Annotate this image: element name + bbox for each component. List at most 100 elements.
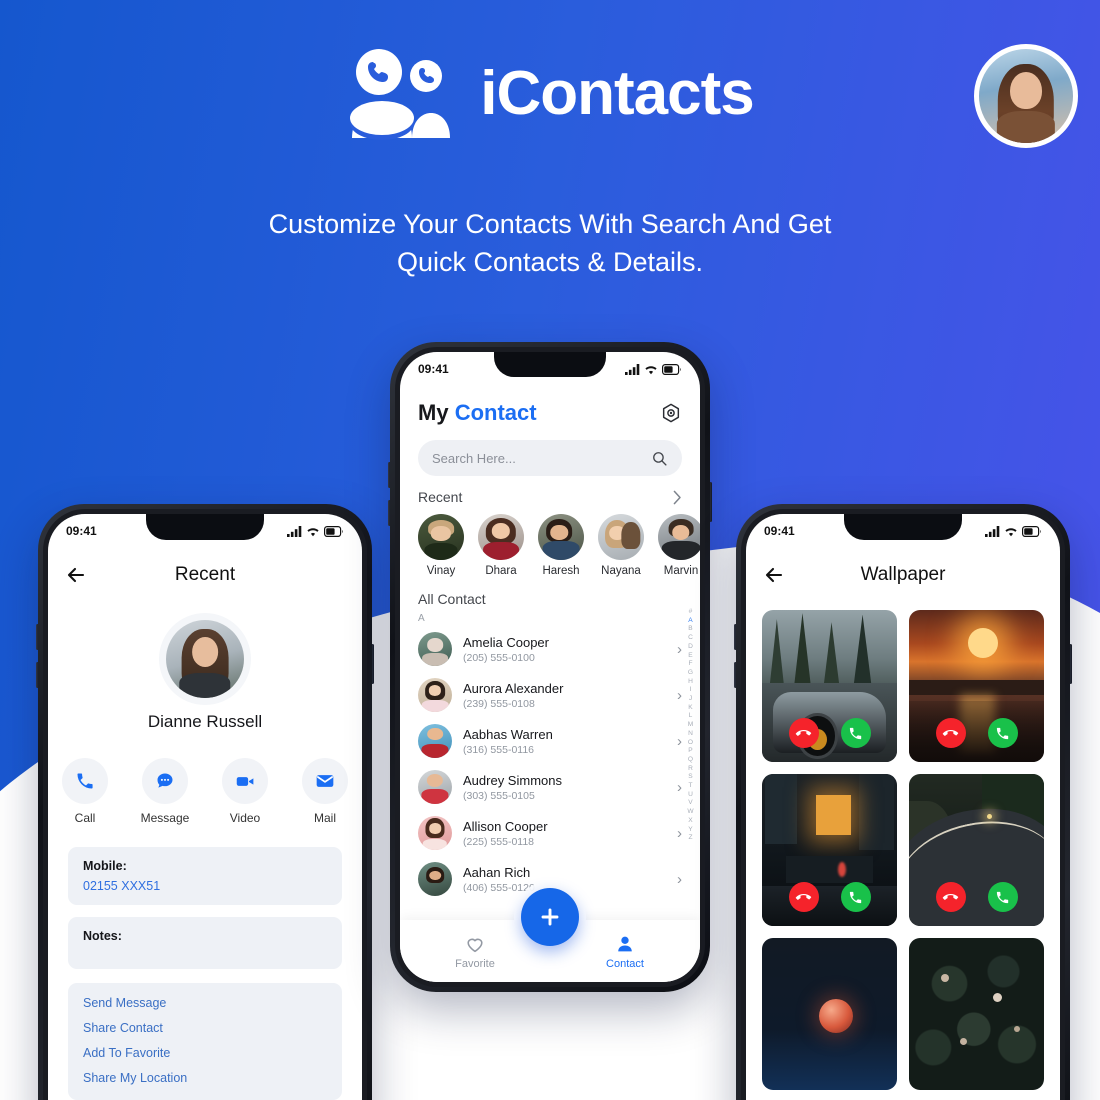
chevron-right-icon: [673, 490, 681, 504]
alpha-index-letter[interactable]: R: [688, 765, 693, 774]
recent-name: Marvin: [663, 565, 699, 577]
alpha-index-letter[interactable]: O: [688, 739, 693, 748]
video-button[interactable]: Video: [218, 758, 272, 825]
alpha-index-letter[interactable]: I: [690, 686, 692, 695]
share-my-location-link[interactable]: Share My Location: [83, 1071, 327, 1085]
chevron-right-icon[interactable]: ›: [677, 825, 682, 842]
search-input[interactable]: Search Here...: [418, 440, 682, 476]
recent-person[interactable]: Nayana: [598, 514, 644, 577]
wallpaper-item[interactable]: [762, 774, 897, 926]
accept-call-button[interactable]: [840, 718, 871, 748]
alpha-index-letter[interactable]: Y: [688, 826, 692, 835]
alpha-index-letter[interactable]: C: [688, 634, 693, 643]
message-button[interactable]: Message: [138, 758, 192, 825]
wallpaper-item[interactable]: [909, 774, 1044, 926]
contact-info: Allison Cooper (225) 555-0118: [463, 819, 666, 848]
back-arrow-icon[interactable]: [64, 563, 88, 587]
decline-call-button[interactable]: [935, 882, 966, 912]
alpha-index-letter[interactable]: J: [689, 695, 692, 704]
decline-call-button[interactable]: [788, 718, 819, 748]
nav-bar: Wallpaper: [746, 552, 1060, 598]
avatar[interactable]: [974, 44, 1078, 148]
alpha-index-letter[interactable]: L: [689, 712, 693, 721]
phone-decline-icon: [795, 729, 812, 736]
notes-field[interactable]: Notes:: [68, 917, 342, 969]
recent-person[interactable]: Haresh: [538, 514, 584, 577]
alpha-index-letter[interactable]: P: [688, 747, 692, 756]
page-title: Recent: [174, 564, 236, 585]
alpha-index-letter[interactable]: F: [688, 660, 692, 669]
tagline: Customize Your Contacts With Search And …: [0, 205, 1100, 282]
alpha-index-letter[interactable]: V: [688, 799, 692, 808]
alphabet-index-scrubber[interactable]: # A B C D E F G H I J K L M N O P Q R S T U V W X Y Z: [684, 608, 697, 843]
recent-name: Haresh: [542, 565, 580, 577]
all-contact-label: All Contact: [418, 591, 486, 607]
alpha-index-letter[interactable]: A: [688, 617, 692, 626]
chevron-right-icon[interactable]: ›: [677, 871, 682, 888]
alpha-index-letter[interactable]: N: [688, 730, 693, 739]
contact-link-list: Send Message Share Contact Add To Favori…: [68, 983, 342, 1100]
recent-person[interactable]: Vinay: [418, 514, 464, 577]
gear-icon[interactable]: [660, 402, 682, 424]
recent-avatars-row[interactable]: Vinay Dhara Haresh Nayana Marvin: [400, 505, 700, 577]
chevron-right-icon[interactable]: ›: [677, 687, 682, 704]
wallpaper-item[interactable]: [762, 610, 897, 762]
contact-info: Aahan Rich (406) 555-0120: [463, 865, 666, 894]
accept-call-button[interactable]: [987, 718, 1018, 748]
alpha-index-letter[interactable]: Q: [688, 756, 693, 765]
contact-info: Aabhas Warren (316) 555-0116: [463, 727, 666, 756]
contact-thumb: [418, 862, 452, 896]
alpha-index-letter[interactable]: D: [688, 643, 693, 652]
decline-call-button[interactable]: [935, 718, 966, 748]
alpha-index-letter[interactable]: G: [688, 669, 693, 678]
share-contact-link[interactable]: Share Contact: [83, 1021, 327, 1035]
alpha-index-letter[interactable]: S: [688, 773, 692, 782]
recent-person[interactable]: Dhara: [478, 514, 524, 577]
alpha-index-letter[interactable]: T: [688, 782, 692, 791]
tab-contact[interactable]: Contact: [594, 933, 656, 970]
mail-button-label: Mail: [313, 811, 336, 825]
add-contact-button[interactable]: [521, 888, 579, 946]
status-bar: 09:41: [746, 514, 1060, 548]
heart-icon: [467, 938, 483, 952]
alpha-index-letter[interactable]: K: [688, 704, 692, 713]
contact-name: Aurora Alexander: [463, 680, 564, 696]
alpha-index-letter[interactable]: W: [687, 808, 693, 817]
recent-person[interactable]: Marvin: [658, 514, 700, 577]
list-item[interactable]: Amelia Cooper (205) 555-0100 ›: [400, 626, 700, 672]
alpha-index-letter[interactable]: #: [689, 608, 693, 617]
alpha-index-letter[interactable]: M: [688, 721, 694, 730]
alpha-index-letter[interactable]: B: [688, 625, 692, 634]
wallpaper-item[interactable]: [762, 938, 897, 1090]
add-to-favorite-link[interactable]: Add To Favorite: [83, 1046, 327, 1060]
list-item[interactable]: Allison Cooper (225) 555-0118 ›: [400, 810, 700, 856]
chevron-right-icon[interactable]: ›: [677, 641, 682, 658]
wallpaper-item[interactable]: [909, 938, 1044, 1090]
chevron-right-icon[interactable]: ›: [677, 779, 682, 796]
section-letter: A: [418, 613, 425, 624]
alpha-index-letter[interactable]: H: [688, 678, 693, 687]
list-item[interactable]: Audrey Simmons (303) 555-0105 ›: [400, 764, 700, 810]
accept-call-button[interactable]: [840, 882, 871, 912]
alpha-index-letter[interactable]: Z: [688, 834, 692, 843]
call-button[interactable]: Call: [58, 758, 112, 825]
wallpaper-item[interactable]: [909, 610, 1044, 762]
tab-favorite[interactable]: Favorite: [444, 933, 506, 970]
chevron-right-icon[interactable]: ›: [677, 733, 682, 750]
message-button-label: Message: [140, 811, 190, 825]
recent-label: Recent: [418, 489, 463, 505]
recent-section-header[interactable]: Recent: [400, 476, 700, 505]
send-message-link[interactable]: Send Message: [83, 996, 327, 1010]
list-item[interactable]: Aabhas Warren (316) 555-0116 ›: [400, 718, 700, 764]
mobile-field[interactable]: Mobile: 02155 XXX51: [68, 847, 342, 905]
decline-call-button[interactable]: [788, 882, 819, 912]
mail-button[interactable]: Mail: [298, 758, 352, 825]
contact-thumb: [418, 724, 452, 758]
alpha-index-letter[interactable]: U: [688, 791, 693, 800]
alpha-index-letter[interactable]: E: [688, 652, 692, 661]
contacts-people-phone-logo-icon: [346, 48, 456, 140]
alpha-index-letter[interactable]: X: [688, 817, 692, 826]
back-arrow-icon[interactable]: [762, 563, 786, 587]
list-item[interactable]: Aurora Alexander (239) 555-0108 ›: [400, 672, 700, 718]
accept-call-button[interactable]: [987, 882, 1018, 912]
